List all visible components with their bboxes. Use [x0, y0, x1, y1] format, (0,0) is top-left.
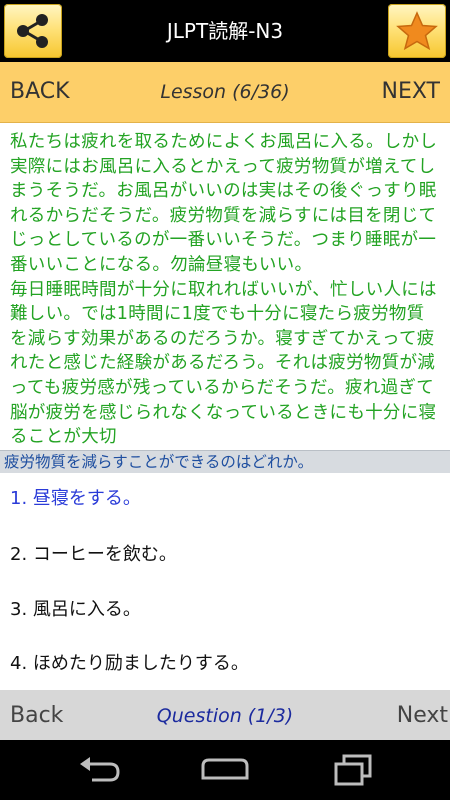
app-title: JLPT読解-N3: [166, 19, 284, 43]
star-icon: [396, 11, 438, 51]
question-next-button[interactable]: Next: [397, 690, 448, 742]
passage-paragraph: 毎日睡眠時間が十分に取れればいいが、忙しい人には難しい。では1時間に1度でも十分…: [10, 279, 437, 448]
passage-paragraph: 私たちは疲れを取るためによくお風呂に入る。しかし実際にはお風呂に入るとかえって疲…: [10, 132, 438, 275]
back-arrow-icon: [80, 757, 120, 782]
question-indicator: Question (1/3): [156, 705, 294, 727]
system-nav-bar: [0, 740, 450, 800]
lesson-nav-bar: BACK Lesson (6/36) NEXT: [0, 62, 450, 123]
lesson-next-button[interactable]: NEXT: [382, 62, 440, 122]
answer-option-1[interactable]: 1. 昼寝をする。: [10, 484, 141, 510]
question-nav-bar: Back Question (1/3) Next: [0, 690, 450, 740]
system-recents-button[interactable]: [322, 750, 382, 790]
system-home-button[interactable]: [195, 750, 255, 790]
answer-option-4[interactable]: 4. ほめたり励ましたりする。: [10, 649, 249, 675]
system-back-button[interactable]: [70, 750, 130, 790]
recent-apps-icon: [334, 754, 372, 786]
app-bar: JLPT読解-N3: [0, 0, 450, 62]
question-prompt-bar: 疲労物質を減らすことができるのはどれか。: [0, 450, 450, 473]
reading-passage[interactable]: 私たちは疲れを取るためによくお風呂に入る。しかし実際にはお風呂に入るとかえって疲…: [10, 130, 442, 448]
question-prompt: 疲労物質を減らすことができるのはどれか。: [4, 453, 314, 471]
favorite-button[interactable]: [388, 4, 446, 58]
answer-option-3[interactable]: 3. 風呂に入る。: [10, 595, 141, 621]
home-icon: [201, 758, 249, 780]
answer-option-2[interactable]: 2. コーヒーを飲む。: [10, 540, 177, 566]
